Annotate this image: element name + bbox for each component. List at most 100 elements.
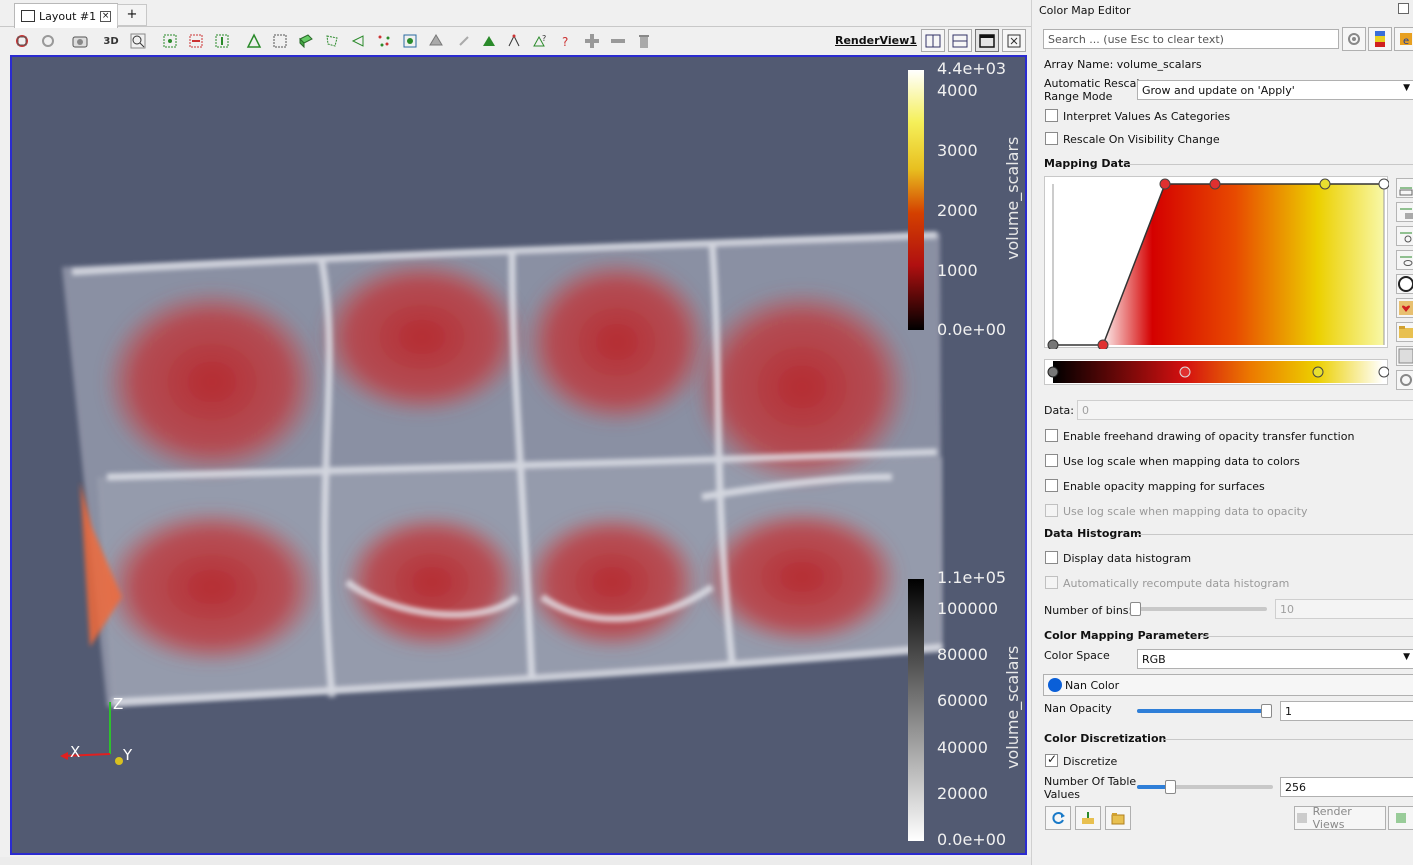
scalar-bar-bottom-gradient <box>908 579 924 841</box>
mapping-data-header: Mapping Data <box>1044 157 1131 170</box>
rescale-visible-range-button[interactable] <box>1396 250 1413 270</box>
rescale-mode-select[interactable]: Grow and update on 'Apply' ▼ <box>1137 80 1413 100</box>
nan-color-button[interactable]: Nan Color <box>1043 674 1413 696</box>
color-preset-icon <box>1375 31 1385 47</box>
select-points-on-icon[interactable] <box>212 31 232 51</box>
rescale-temporal-icon <box>1400 232 1412 243</box>
render-view[interactable]: 4.4e+03 4000 3000 2000 1000 0.0e+00 volu… <box>10 55 1027 855</box>
split-vertical-button[interactable] <box>948 29 972 52</box>
rescale-custom-icon <box>1400 208 1413 219</box>
restore-icon <box>1082 812 1094 824</box>
rescale-to-data-range-button[interactable] <box>1396 178 1413 198</box>
axis-label-x: X <box>70 743 81 761</box>
opacity-transfer-function-editor[interactable] <box>1044 176 1390 351</box>
hover-cells-icon[interactable] <box>426 31 446 51</box>
select-cells-on-icon[interactable] <box>186 31 206 51</box>
render-view-title[interactable]: RenderView1 <box>835 34 917 47</box>
find-data-icon[interactable]: ? <box>530 31 550 51</box>
rescale-custom-range-button[interactable] <box>1396 202 1413 222</box>
extract-selection-icon[interactable]: ? <box>556 31 576 51</box>
close-view-button[interactable] <box>1002 29 1026 52</box>
apply-button[interactable] <box>1388 806 1413 830</box>
nan-opacity-field[interactable]: 1 <box>1280 701 1413 721</box>
discretize-checkbox[interactable] <box>1045 752 1058 767</box>
choose-box-color-button[interactable] <box>1396 298 1413 318</box>
select-block-icon[interactable] <box>296 31 316 51</box>
reset-camera-closest-icon[interactable] <box>38 31 58 51</box>
opacity-surfaces-checkbox[interactable] <box>1045 479 1058 492</box>
search-input[interactable]: Search ... (use Esc to clear text) <box>1043 29 1339 49</box>
nan-color-swatch <box>1048 678 1062 692</box>
table-values-label-line1: Number Of Table <box>1044 775 1137 788</box>
layout-icon <box>21 10 35 22</box>
rescale-temporal-range-button[interactable] <box>1396 226 1413 246</box>
zoom-to-box-icon[interactable] <box>128 31 148 51</box>
reset-camera-icon[interactable] <box>12 31 32 51</box>
save-preset-icon: e <box>1400 33 1412 46</box>
select-points-through-icon[interactable] <box>270 31 290 51</box>
float-panel-icon[interactable] <box>1398 3 1409 14</box>
close-icon[interactable]: × <box>100 10 112 22</box>
tab-layout-1[interactable]: Layout #1 × <box>14 3 119 28</box>
section-divider <box>1127 164 1413 165</box>
scalar-bar-top-title: volume_scalars <box>1003 136 1022 260</box>
select-polygon-cells-icon[interactable] <box>322 31 342 51</box>
bins-slider-handle[interactable] <box>1129 602 1141 616</box>
close-icon <box>1007 34 1021 47</box>
maximize-view-button[interactable] <box>975 29 999 52</box>
nan-opacity-slider-handle[interactable] <box>1261 704 1272 718</box>
color-transfer-function-editor[interactable] <box>1044 359 1390 385</box>
table-values-field[interactable]: 256 <box>1280 777 1413 797</box>
split-horizontal-button[interactable] <box>921 29 945 52</box>
grow-selection-icon[interactable] <box>454 31 474 51</box>
update-ranges-button[interactable] <box>1045 806 1071 830</box>
select-cells-through-icon[interactable] <box>244 31 264 51</box>
choose-preset-button[interactable] <box>1368 27 1392 51</box>
auto-recompute-label: Automatically recompute data histogram <box>1063 577 1290 590</box>
scalar-bar-top-gradient <box>908 70 924 330</box>
rescale-visibility-label: Rescale On Visibility Change <box>1063 133 1220 146</box>
interactive-select-cells-icon[interactable] <box>374 31 394 51</box>
render-views-button[interactable]: Render Views <box>1294 805 1386 831</box>
select-polygon-points-icon[interactable] <box>348 31 368 51</box>
folder-icon <box>1399 326 1413 338</box>
advanced-settings-button[interactable] <box>1342 27 1366 51</box>
display-histogram-checkbox[interactable] <box>1045 551 1058 564</box>
panel-title: Color Map Editor <box>1039 4 1131 17</box>
interpret-categories-checkbox[interactable] <box>1045 109 1058 122</box>
table-values-value: 256 <box>1285 781 1306 794</box>
bins-slider[interactable] <box>1129 607 1267 611</box>
rescale-visibility-checkbox[interactable] <box>1045 132 1058 145</box>
folder-icon <box>1111 813 1125 825</box>
layout-tab-bar: Layout #1 × + <box>0 0 1031 28</box>
clear-selection-icon[interactable] <box>634 31 654 51</box>
scalar-bar-top-tick: 0.0e+00 <box>937 320 1007 339</box>
log-scale-colors-checkbox[interactable] <box>1045 454 1058 467</box>
export-image-button[interactable] <box>1396 346 1413 366</box>
discretize-label: Discretize <box>1063 755 1118 768</box>
freehand-checkbox[interactable] <box>1045 429 1058 442</box>
add-layout-tab-button[interactable]: + <box>117 4 147 26</box>
add-selection-icon[interactable] <box>582 31 602 51</box>
save-defaults-button[interactable] <box>1105 806 1131 830</box>
save-to-preset-button[interactable] <box>1396 322 1413 342</box>
edit-selection-icon[interactable] <box>504 31 524 51</box>
scalar-bar-bottom-tick: 80000 <box>937 645 988 664</box>
restore-defaults-button[interactable] <box>1075 806 1101 830</box>
save-preset-button[interactable]: e <box>1394 27 1413 51</box>
color-space-select[interactable]: RGB ▼ <box>1137 649 1413 669</box>
hover-points-icon[interactable] <box>400 31 420 51</box>
shrink-selection-icon[interactable] <box>479 31 499 51</box>
status-bar <box>0 857 1031 865</box>
view-toolbar: 3D ? ? RenderView1 <box>0 28 1031 54</box>
camera-capture-icon[interactable] <box>70 31 90 51</box>
toggle-3d-button[interactable]: 3D <box>101 31 121 51</box>
advanced-settings-side-button[interactable] <box>1396 370 1413 390</box>
array-name-label: Array Name: volume_scalars <box>1044 58 1202 71</box>
display-histogram-label: Display data histogram <box>1063 552 1192 565</box>
rescale-mode-value: Grow and update on 'Apply' <box>1142 84 1295 97</box>
invert-transfer-functions-button[interactable] <box>1396 274 1413 294</box>
table-values-slider-handle[interactable] <box>1165 780 1176 794</box>
subtract-selection-icon[interactable] <box>608 31 628 51</box>
interactive-select-points-icon[interactable] <box>160 31 180 51</box>
